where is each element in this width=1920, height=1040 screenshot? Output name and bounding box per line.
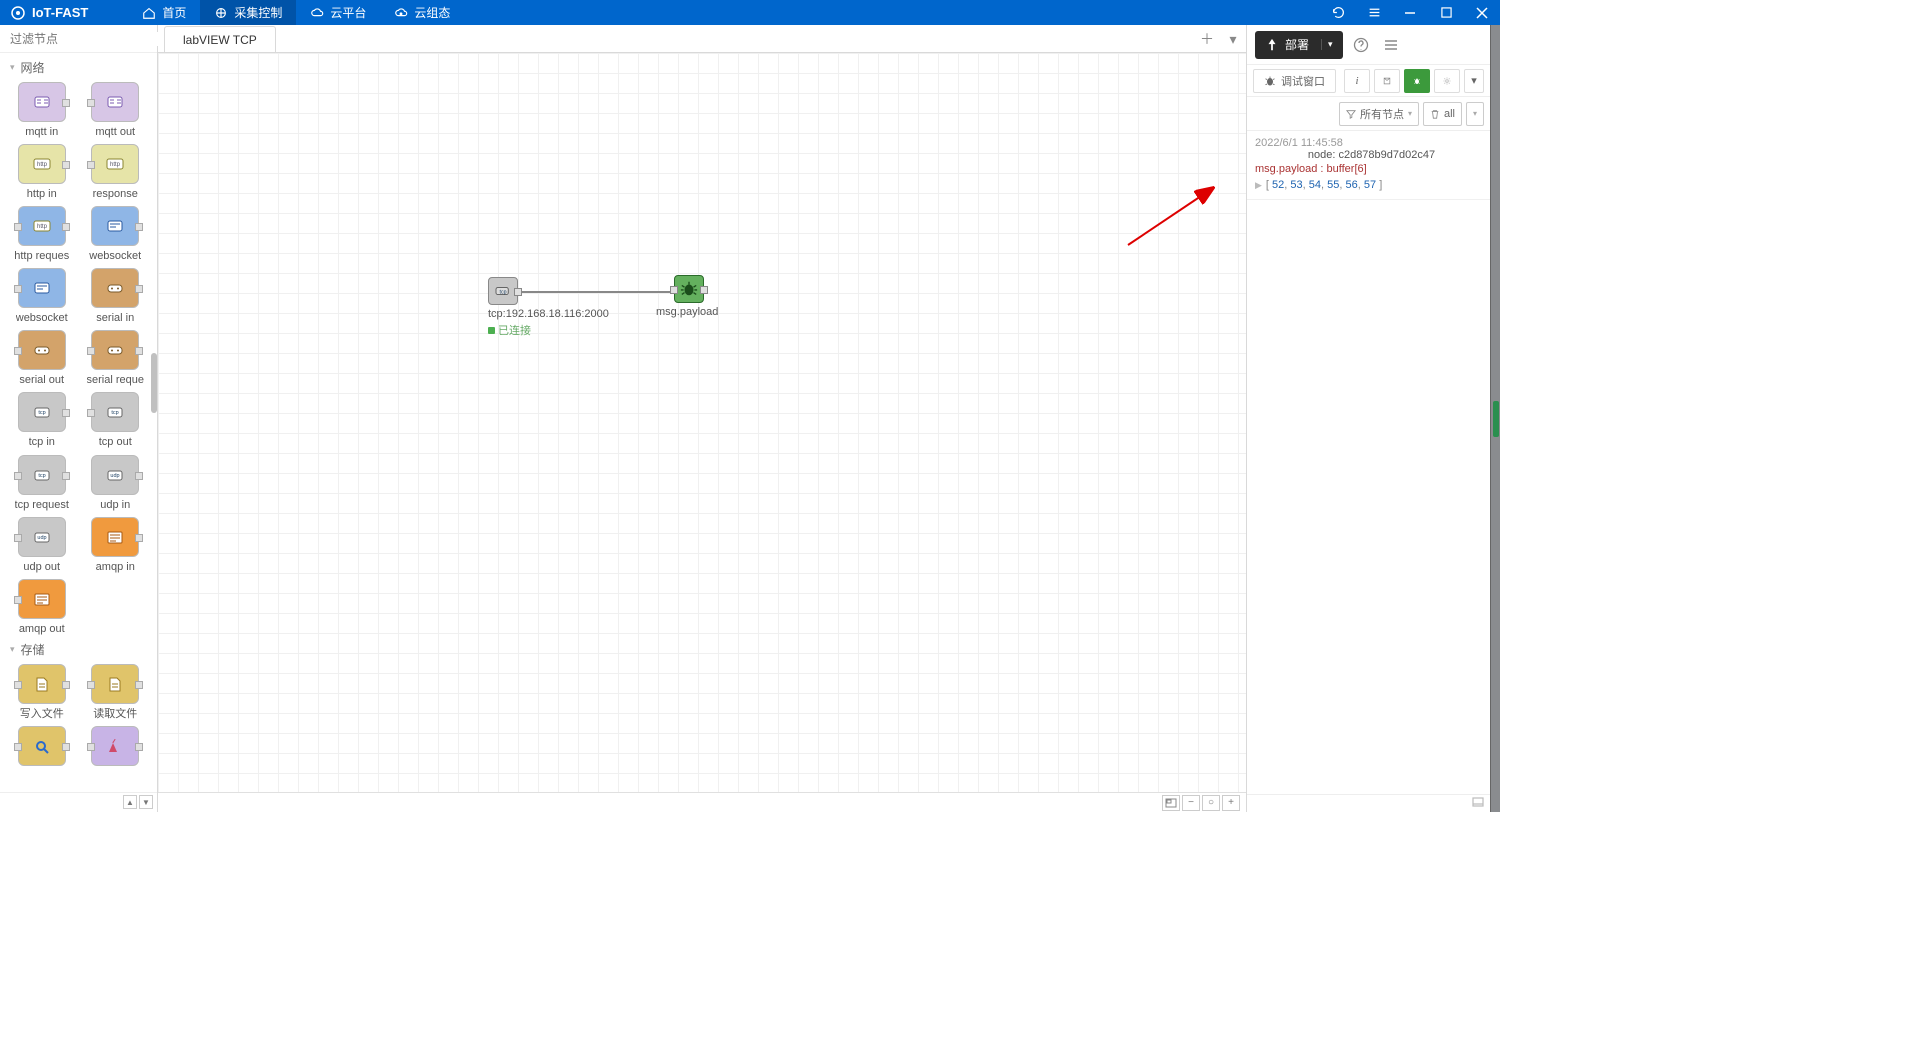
nav-cloudstate[interactable]: 云组态 <box>380 0 464 25</box>
svg-text:http: http <box>37 224 48 230</box>
maximize-icon[interactable] <box>1428 0 1464 25</box>
palette-node-tcp-out[interactable]: tcptcp out <box>82 392 150 448</box>
sidebar-tab-debug[interactable]: 调试窗口 <box>1253 69 1336 93</box>
annotation-arrow <box>158 53 1246 353</box>
nav-cloud[interactable]: 云平台 <box>296 0 380 25</box>
debug-clear-button[interactable]: all <box>1423 102 1462 126</box>
palette-node-serial-out[interactable]: serial out <box>8 330 76 386</box>
nav-collect[interactable]: 采集控制 <box>200 0 296 25</box>
debug-log[interactable]: 2022/6/1 11:45:58 node: c2d878b9d7d02c47… <box>1247 131 1490 794</box>
zoom-in-button[interactable]: + <box>1222 795 1240 811</box>
tab-menu-button[interactable]: ▾ <box>1220 26 1246 52</box>
svg-text:http: http <box>110 162 121 168</box>
titlebar: IoT-FAST 首页采集控制云平台云组态 <box>0 0 1500 25</box>
bug-icon <box>1264 75 1276 87</box>
palette-node-http-response[interactable]: httpresponse <box>82 144 150 200</box>
svg-text:http: http <box>37 162 48 168</box>
brand: IoT-FAST <box>0 5 88 21</box>
svg-text:udp: udp <box>37 535 46 541</box>
palette: ▾网络mqtt inmqtt outhttphttp inhttprespons… <box>0 25 158 812</box>
svg-text:udp: udp <box>111 473 120 479</box>
close-icon[interactable] <box>1464 0 1500 25</box>
sidebar-top: 部署 ▾ <box>1247 25 1490 65</box>
palette-category-header[interactable]: ▾网络 <box>0 53 157 82</box>
deploy-icon <box>1265 38 1279 52</box>
zoom-out-button[interactable]: − <box>1182 795 1200 811</box>
minimize-icon[interactable] <box>1392 0 1428 25</box>
palette-search <box>0 25 157 53</box>
svg-text:tcp: tcp <box>38 473 45 479</box>
palette-category-header[interactable]: ▾存储 <box>0 635 157 664</box>
debug-log-entry[interactable]: 2022/6/1 11:45:58 node: c2d878b9d7d02c47… <box>1247 131 1490 200</box>
filter-icon <box>1346 109 1356 119</box>
nav-home[interactable]: 首页 <box>128 0 200 25</box>
sidebar-tab-info[interactable]: i <box>1344 69 1370 93</box>
tabbar: labVIEW TCP ＋ ▾ <box>158 25 1246 53</box>
sidebar-tab-debug-icon[interactable] <box>1404 69 1430 93</box>
right-edge-strip[interactable] <box>1490 25 1500 812</box>
brand-label: IoT-FAST <box>32 5 88 20</box>
palette-search-input[interactable] <box>10 32 165 46</box>
palette-node-search[interactable] <box>8 726 76 770</box>
tab-t1[interactable]: labVIEW TCP <box>164 26 276 52</box>
deploy-dropdown[interactable]: ▾ <box>1321 39 1333 50</box>
canvas-footer: − ○ + <box>158 792 1246 812</box>
add-tab-button[interactable]: ＋ <box>1194 26 1220 52</box>
palette-node-http-in[interactable]: httphttp in <box>8 144 76 200</box>
svg-text:tcp: tcp <box>38 410 45 416</box>
refresh-icon[interactable] <box>1320 0 1356 25</box>
palette-scroll-up-button[interactable]: ▲ <box>123 795 137 809</box>
palette-node-file-read[interactable]: 读取文件 <box>82 664 150 720</box>
trash-icon <box>1430 109 1440 119</box>
sidebar-tabs: 调试窗口 i ▾ <box>1247 65 1490 97</box>
brand-icon <box>10 5 26 21</box>
palette-node-websocket-out[interactable]: websocket <box>8 268 76 324</box>
sidebar-collapse-icon[interactable] <box>1470 795 1486 809</box>
deploy-button[interactable]: 部署 ▾ <box>1255 31 1343 59</box>
palette-node-serial-in[interactable]: serial in <box>82 268 150 324</box>
palette-node-serial-request[interactable]: serial reque <box>82 330 150 386</box>
menu-icon[interactable] <box>1356 0 1392 25</box>
palette-node-http-request[interactable]: httphttp reques <box>8 206 76 262</box>
palette-node-websocket-in[interactable]: websocket <box>82 206 150 262</box>
sidebar-tab-more[interactable]: ▾ <box>1464 69 1484 93</box>
palette-node-volcano[interactable] <box>82 726 150 770</box>
workspace: labVIEW TCP ＋ ▾ tcp tcp:192.168.18.116:2… <box>158 25 1246 812</box>
debug-log-value[interactable]: ▶[ 52, 53, 54, 55, 56, 57 ] <box>1255 178 1482 191</box>
svg-text:tcp: tcp <box>112 410 119 416</box>
debug-filter-button[interactable]: 所有节点 ▾ <box>1339 102 1419 126</box>
palette-node-udp-in[interactable]: udpudp in <box>82 455 150 511</box>
sidebar-tab-config[interactable] <box>1434 69 1460 93</box>
palette-node-tcp-in[interactable]: tcptcp in <box>8 392 76 448</box>
help-icon[interactable] <box>1349 33 1373 57</box>
palette-node-udp-out[interactable]: udpudp out <box>8 517 76 573</box>
palette-scroll-down-button[interactable]: ▼ <box>139 795 153 809</box>
palette-node-amqp-out[interactable]: amqp out <box>8 579 76 635</box>
canvas[interactable]: tcp tcp:192.168.18.116:2000 已连接 msg.payl… <box>158 53 1246 792</box>
palette-node-tcp-request[interactable]: tcptcp request <box>8 455 76 511</box>
palette-footer: ▲ ▼ <box>0 792 157 812</box>
window-controls <box>1320 0 1500 25</box>
navigator-button[interactable] <box>1162 795 1180 811</box>
sidebar-tab-help[interactable] <box>1374 69 1400 93</box>
sidebar: 部署 ▾ 调试窗口 i ▾ 所有节点 ▾ <box>1246 25 1490 812</box>
zoom-reset-button[interactable]: ○ <box>1202 795 1220 811</box>
debug-log-meta: 2022/6/1 11:45:58 node: c2d878b9d7d02c47 <box>1255 137 1482 161</box>
sidebar-footer <box>1247 794 1490 812</box>
palette-node-mqtt-in[interactable]: mqtt in <box>8 82 76 138</box>
palette-node-file-write[interactable]: 写入文件 <box>8 664 76 720</box>
debug-clear-dropdown[interactable]: ▾ <box>1466 102 1484 126</box>
debug-filter-row: 所有节点 ▾ all ▾ <box>1247 97 1490 131</box>
palette-node-amqp-in[interactable]: amqp in <box>82 517 150 573</box>
hamburger-icon[interactable] <box>1379 33 1403 57</box>
topnav: 首页采集控制云平台云组态 <box>128 0 464 25</box>
debug-log-property: msg.payload : buffer[6] <box>1255 163 1482 175</box>
palette-node-mqtt-out[interactable]: mqtt out <box>82 82 150 138</box>
